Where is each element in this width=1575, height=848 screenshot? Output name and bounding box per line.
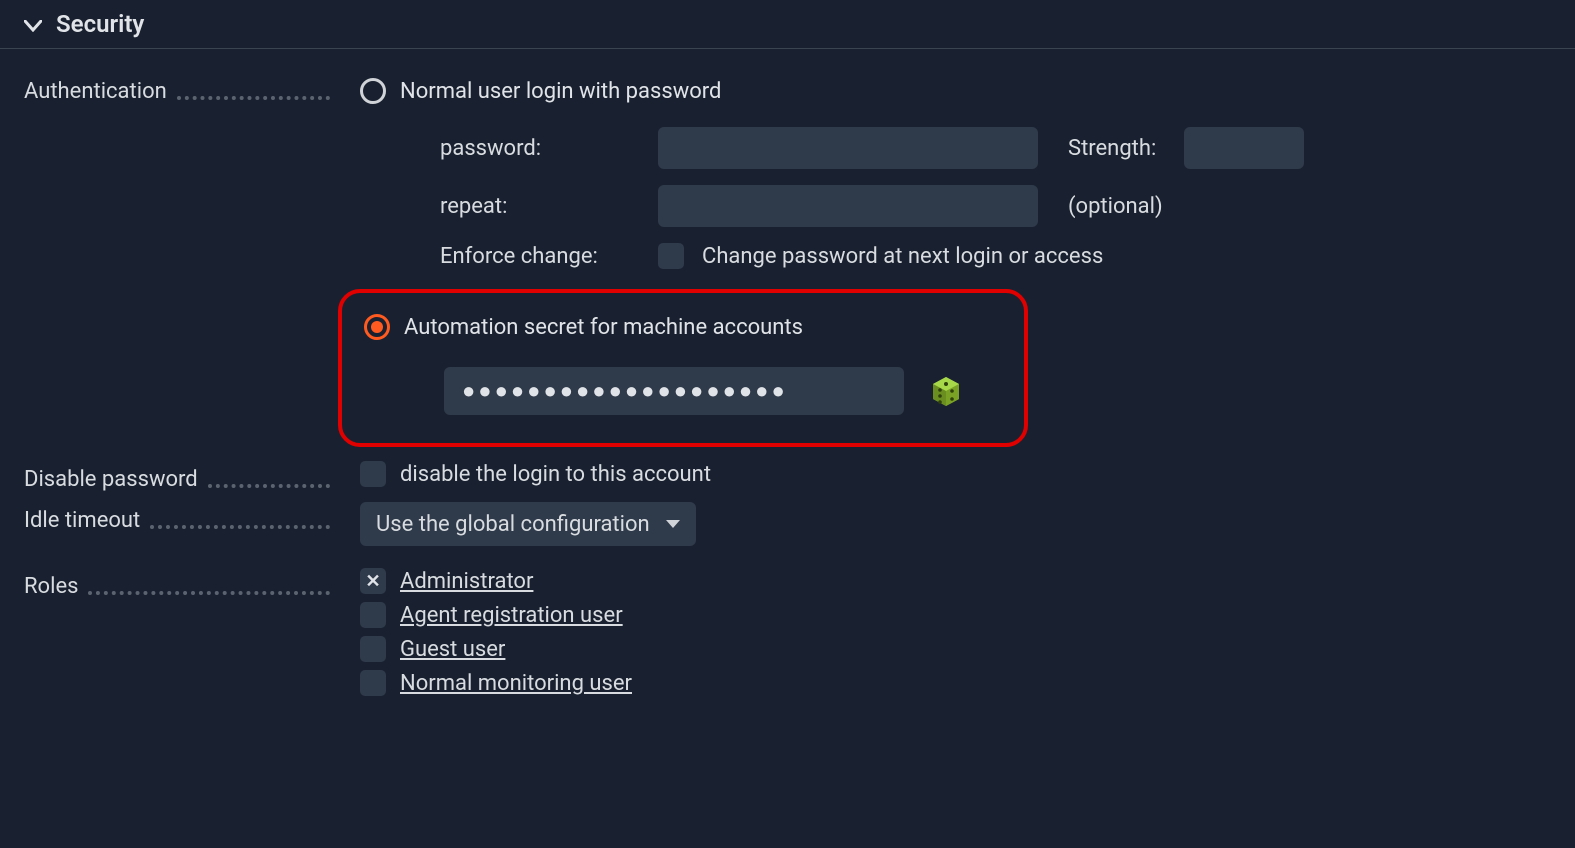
auth-option-automation[interactable]: Automation secret for machine accounts	[364, 309, 1002, 345]
role-link[interactable]: Agent registration user	[400, 603, 623, 628]
disable-password-label: Disable password	[24, 467, 198, 492]
dots-filler	[177, 83, 330, 101]
role-checkbox[interactable]	[360, 568, 386, 594]
role-checkbox[interactable]	[360, 670, 386, 696]
role-link[interactable]: Administrator	[400, 569, 533, 594]
dots-filler	[88, 578, 330, 596]
role-checkbox[interactable]	[360, 602, 386, 628]
field-idle-timeout: Idle timeout Use the global configuratio…	[24, 502, 1551, 546]
enforce-checkbox[interactable]	[658, 243, 684, 269]
strength-meter	[1184, 127, 1304, 169]
repeat-input[interactable]	[658, 185, 1038, 227]
auth-option-automation-label: Automation secret for machine accounts	[404, 315, 803, 340]
password-label: password:	[440, 136, 640, 161]
field-roles: Roles Administrator Agent registration u…	[24, 568, 1551, 696]
radio-icon-selected	[364, 314, 390, 340]
role-item: Administrator	[360, 568, 1551, 594]
chevron-down-icon	[24, 10, 42, 38]
role-link[interactable]: Guest user	[400, 637, 505, 662]
optional-label: (optional)	[1068, 194, 1163, 219]
role-item: Normal monitoring user	[360, 670, 1551, 696]
role-link[interactable]: Normal monitoring user	[400, 671, 632, 696]
disable-password-checkbox-label: disable the login to this account	[400, 462, 711, 487]
roles-label: Roles	[24, 574, 78, 599]
automation-secret-input[interactable]	[444, 367, 904, 415]
idle-timeout-label: Idle timeout	[24, 508, 140, 533]
authentication-label: Authentication	[24, 79, 167, 104]
password-subform: password: Strength: repeat: (optional) E…	[440, 127, 1551, 269]
role-checkbox[interactable]	[360, 636, 386, 662]
idle-timeout-value: Use the global configuration	[376, 512, 650, 537]
auth-option-normal[interactable]: Normal user login with password	[360, 73, 1551, 109]
dropdown-icon	[666, 520, 680, 528]
section-header[interactable]: Security	[0, 0, 1575, 49]
strength-label: Strength:	[1068, 136, 1156, 161]
automation-secret-highlight: Automation secret for machine accounts	[338, 289, 1028, 447]
idle-timeout-select[interactable]: Use the global configuration	[360, 502, 696, 546]
enforce-checkbox-label: Change password at next login or access	[702, 244, 1103, 269]
section-title: Security	[56, 10, 144, 38]
enforce-label: Enforce change:	[440, 244, 640, 269]
password-input[interactable]	[658, 127, 1038, 169]
role-item: Guest user	[360, 636, 1551, 662]
auth-option-normal-label: Normal user login with password	[400, 79, 721, 104]
role-item: Agent registration user	[360, 602, 1551, 628]
disable-password-checkbox[interactable]	[360, 461, 386, 487]
field-disable-password: Disable password disable the login to th…	[24, 461, 1551, 492]
field-authentication: Authentication Normal user login with pa…	[24, 73, 1551, 447]
dots-filler	[208, 471, 330, 489]
dice-icon[interactable]	[928, 373, 964, 409]
dots-filler	[150, 512, 330, 530]
radio-icon	[360, 78, 386, 104]
repeat-label: repeat:	[440, 194, 640, 219]
